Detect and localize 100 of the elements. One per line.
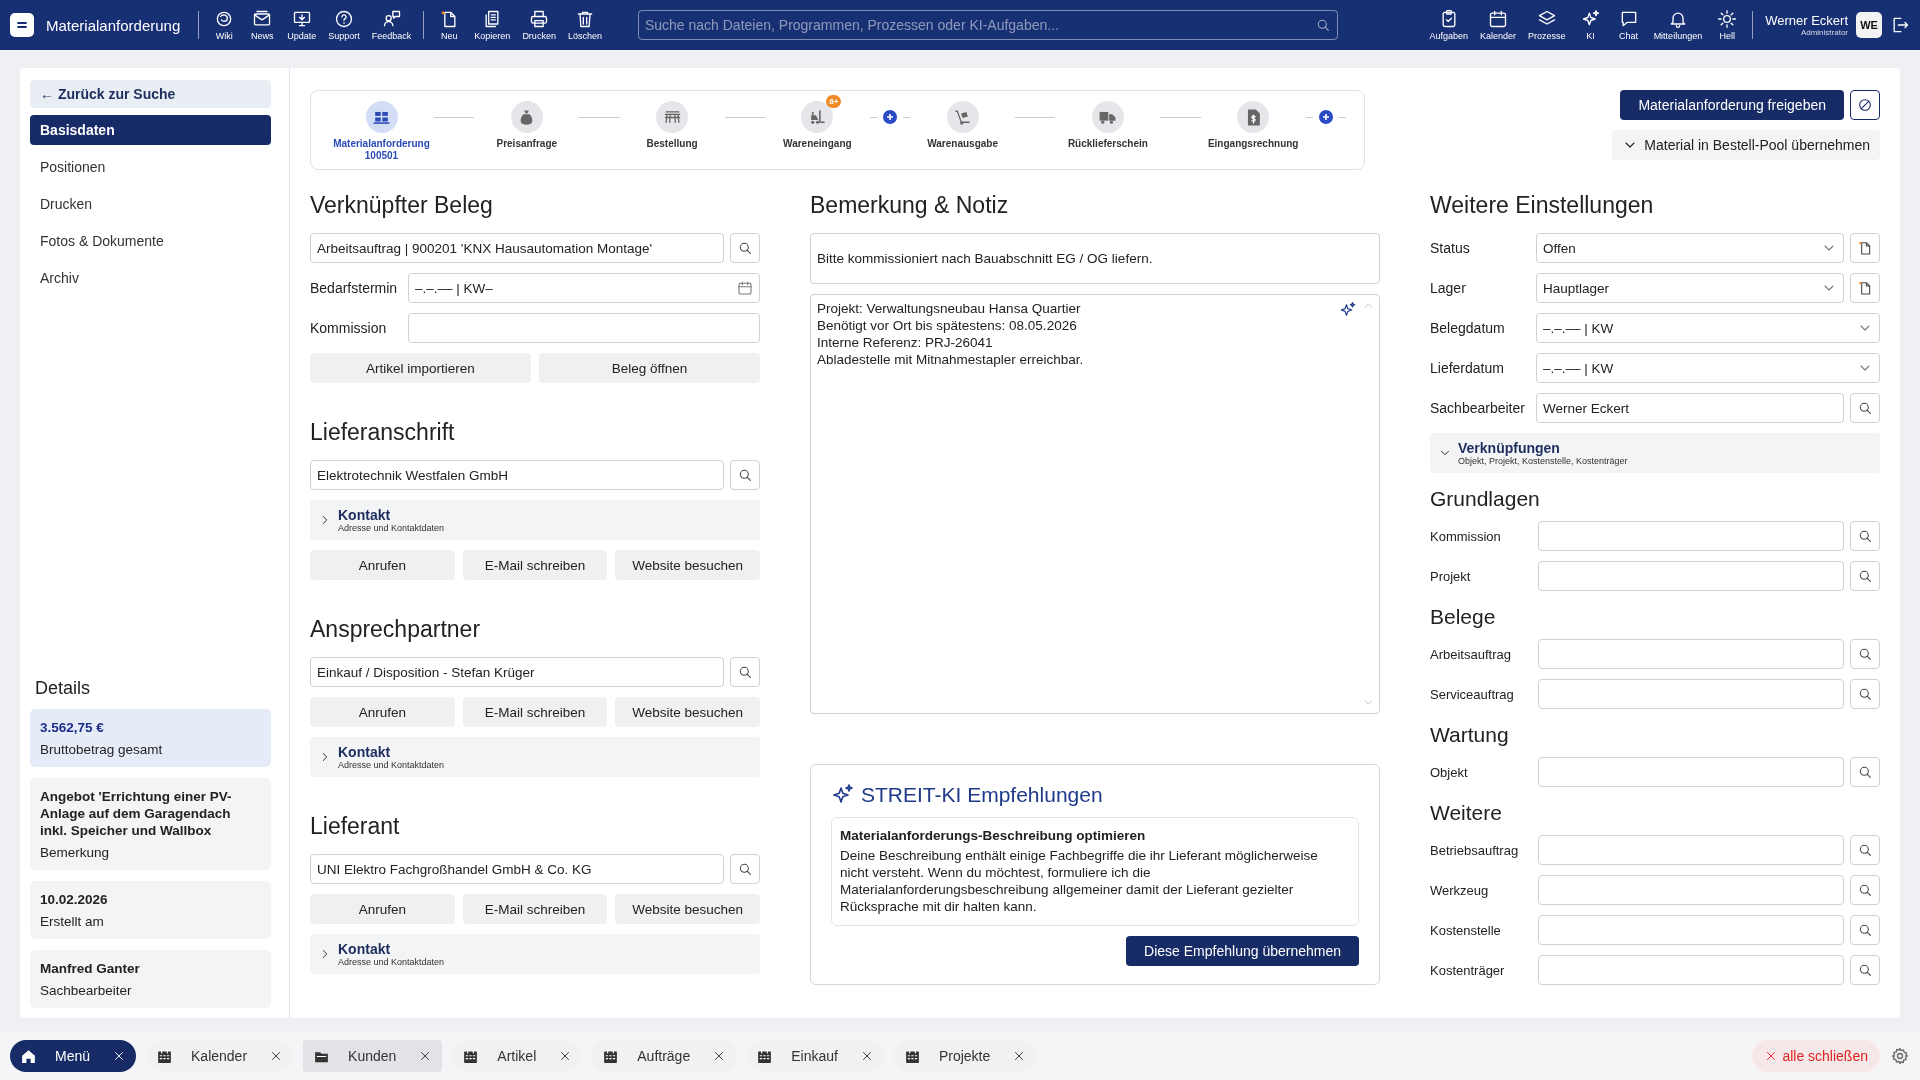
sidebar-item[interactable]: Drucken xyxy=(30,189,271,219)
search-button[interactable] xyxy=(730,460,760,490)
step-button[interactable] xyxy=(365,101,398,133)
action-button[interactable]: Website besuchen xyxy=(615,697,760,727)
toolbar-button[interactable]: Löschen xyxy=(561,9,608,41)
release-button[interactable]: Materialanforderung freigeben xyxy=(1620,90,1844,120)
date-dropdown[interactable]: –.–.–– | KW xyxy=(1536,313,1880,343)
back-link[interactable]: ← Zurück zur Suche xyxy=(30,80,271,108)
app-logo[interactable] xyxy=(10,13,34,37)
text-field[interactable] xyxy=(1538,639,1844,669)
text-field[interactable] xyxy=(1538,679,1844,709)
search-button[interactable] xyxy=(1850,835,1880,865)
close-all-button[interactable]: alle schließen xyxy=(1752,1040,1880,1072)
expander[interactable]: Kontakt Adresse und Kontaktdaten xyxy=(310,737,760,777)
search-button[interactable] xyxy=(730,657,760,687)
taskbar-tab[interactable]: Einkauf xyxy=(746,1040,884,1072)
text-field[interactable]: UNI Elektro Fachgroßhandel GmbH & Co. KG xyxy=(310,854,724,884)
dropdown[interactable]: Offen xyxy=(1536,233,1844,263)
step-button[interactable] xyxy=(510,101,543,133)
search-button[interactable] xyxy=(1850,757,1880,787)
new-document-button[interactable] xyxy=(1850,273,1880,303)
text-field[interactable] xyxy=(1538,561,1844,591)
toolbar-button[interactable]: Feedback xyxy=(365,9,418,41)
toolbar-button[interactable]: Aufgaben xyxy=(1423,9,1475,41)
toolbar-button[interactable]: Wiki xyxy=(205,9,244,41)
text-field[interactable] xyxy=(1538,915,1844,945)
step-button[interactable] xyxy=(1091,101,1124,133)
toolbar-button[interactable]: Neu xyxy=(430,9,469,41)
note-textarea[interactable]: Projekt: Verwaltungsneubau Hansa Quartier Benötigt vor Ort bis spätestens: 08.05.2026 Interne Referenz: PRJ-26041 Abladestelle mit Mitnahmestapler erreichbar. xyxy=(810,294,1380,714)
text-field[interactable]: Werner Eckert xyxy=(1536,393,1844,423)
search-button[interactable] xyxy=(1850,875,1880,905)
toolbar-button[interactable]: Support xyxy=(322,9,366,41)
add-icon[interactable] xyxy=(1318,110,1333,124)
new-document-button[interactable] xyxy=(1850,233,1880,263)
taskbar-tab[interactable]: Kunden xyxy=(303,1040,443,1072)
action-button[interactable]: E-Mail schreiben xyxy=(462,894,608,924)
apply-button[interactable]: Diese Empfehlung übernehmen xyxy=(1126,936,1359,966)
expander[interactable]: Kontakt Adresse und Kontaktdaten xyxy=(310,934,760,974)
search-button[interactable] xyxy=(1850,561,1880,591)
search-button[interactable] xyxy=(730,233,760,263)
step-button[interactable] xyxy=(656,101,689,133)
toolbar-button[interactable]: Hell xyxy=(1708,9,1747,41)
taskbar-tab[interactable]: Kalender xyxy=(146,1040,294,1072)
search-button[interactable] xyxy=(1850,955,1880,985)
date-dropdown[interactable]: –.–.–– | KW xyxy=(1536,353,1880,383)
toolbar-button[interactable]: Drucken xyxy=(516,9,562,41)
dropdown[interactable]: Hauptlager xyxy=(1536,273,1844,303)
taskbar-tab[interactable]: Artikel xyxy=(452,1040,583,1072)
action-button[interactable]: E-Mail schreiben xyxy=(462,697,608,727)
toolbar-button[interactable]: Mitteilungen xyxy=(1647,9,1709,41)
toolbar-button[interactable]: Prozesse xyxy=(1522,9,1572,41)
field-label: Kommission xyxy=(1430,528,1502,544)
text-field[interactable] xyxy=(408,313,760,343)
toolbar-button[interactable]: News xyxy=(243,9,282,41)
action-button[interactable]: Website besuchen xyxy=(615,550,760,580)
action-button[interactable]: Anrufen xyxy=(310,697,455,727)
field-label: Kostenträger xyxy=(1430,962,1506,978)
text-field[interactable] xyxy=(1538,955,1844,985)
step-label: Wareneingang xyxy=(783,138,852,150)
toolbar-button[interactable]: Chat xyxy=(1609,9,1648,41)
text-field[interactable] xyxy=(1538,875,1844,905)
action-button[interactable]: Anrufen xyxy=(310,550,455,580)
search-button[interactable] xyxy=(1850,393,1880,423)
date-field[interactable]: –.–.–– | KW– xyxy=(408,273,760,303)
action-button[interactable]: Website besuchen xyxy=(615,894,760,924)
sidebar-item[interactable]: Fotos & Dokumente xyxy=(30,226,271,256)
text-field[interactable]: Bitte kommissioniert nach Bauabschnitt EG / OG liefern. xyxy=(810,233,1380,284)
text-field[interactable]: Einkauf / Disposition - Stefan Krüger xyxy=(310,657,724,687)
text-field[interactable] xyxy=(1538,757,1844,787)
sidebar-item[interactable]: Archiv xyxy=(30,263,271,293)
taskbar-tab[interactable]: Menü xyxy=(10,1040,137,1072)
text-field[interactable] xyxy=(1538,835,1844,865)
search-button[interactable] xyxy=(1850,639,1880,669)
taskbar-tab[interactable]: Aufträge xyxy=(592,1040,737,1072)
search-button[interactable] xyxy=(1850,521,1880,551)
text-field[interactable]: Arbeitsauftrag | 900201 'KNX Hausautomation Montage' xyxy=(310,233,724,263)
dropdown-button[interactable]: Material in Bestell-Pool übernehmen xyxy=(1612,130,1880,160)
step-button[interactable] xyxy=(946,101,979,133)
action-button[interactable]: Artikel importieren xyxy=(310,353,531,383)
toolbar-button[interactable]: KI xyxy=(1571,9,1610,41)
search-button[interactable] xyxy=(730,854,760,884)
action-button[interactable]: Anrufen xyxy=(310,894,455,924)
text-field[interactable]: Elektrotechnik Westfalen GmbH xyxy=(310,460,724,490)
action-button[interactable]: E-Mail schreiben xyxy=(462,550,608,580)
taskbar-tab[interactable]: Projekte xyxy=(893,1040,1037,1072)
step-button[interactable] xyxy=(1237,101,1270,133)
text-field[interactable] xyxy=(1538,521,1844,551)
user-avatar[interactable]: WE xyxy=(1856,12,1882,38)
search-button[interactable] xyxy=(1850,679,1880,709)
expander[interactable]: Kontakt Adresse und Kontaktdaten xyxy=(310,500,760,540)
cancel-button[interactable] xyxy=(1850,90,1880,120)
sidebar-item[interactable]: Basisdaten xyxy=(30,115,271,145)
search-button[interactable] xyxy=(1850,915,1880,945)
sidebar-item[interactable]: Positionen xyxy=(30,152,271,182)
toolbar-button[interactable]: Kalender xyxy=(1474,9,1523,41)
expander[interactable]: Verknüpfungen Objekt, Projekt, Kostenstelle, Kostenträger xyxy=(1430,433,1880,473)
action-button[interactable]: Beleg öffnen xyxy=(539,353,760,383)
toolbar-button[interactable]: Update xyxy=(281,9,323,41)
add-icon[interactable] xyxy=(883,110,897,124)
toolbar-button[interactable]: Kopieren xyxy=(468,9,517,41)
